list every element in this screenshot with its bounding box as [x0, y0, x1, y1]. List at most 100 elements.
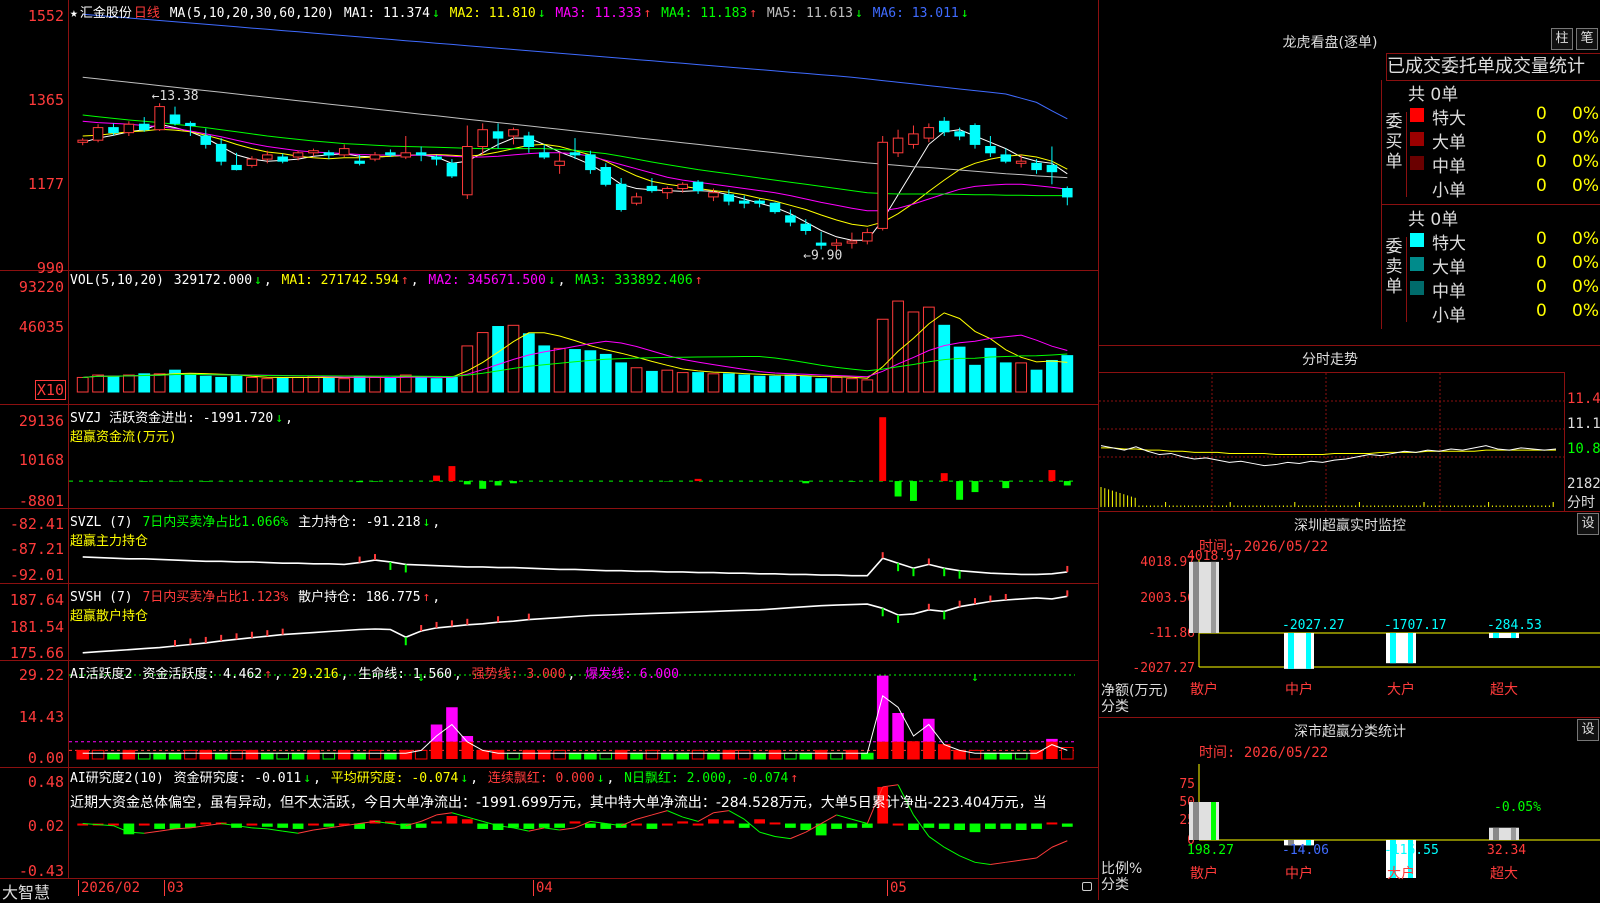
x-tick: 05 [887, 880, 907, 896]
volume-bar [862, 380, 873, 392]
svzl-header: SVZL (7) 7日内买卖净占比1.066% 主力持仓: -91.218↓, … [70, 511, 442, 549]
research-line-seg [160, 829, 175, 831]
ai-research-panel[interactable]: 0.48 0.02 -0.43 AI研究度2(10) 资金研究度: -0.011… [0, 768, 1098, 879]
candle-body [909, 134, 919, 145]
order-p: 0% [1572, 277, 1599, 297]
period-label[interactable]: 日线 [134, 6, 160, 21]
category-bar-shade [1211, 802, 1216, 840]
order-size-swatch [1410, 132, 1424, 146]
svzj-panel[interactable]: 29136 10168 -8801 SVZJ 活跃资金进出: -1991.720… [0, 405, 1098, 509]
longhu-title: 龙虎看盘(逐单) [1079, 32, 1581, 52]
order-v: 0 [1536, 152, 1547, 172]
activity-bar [338, 750, 350, 759]
svsh-y-axis: 187.64 181.54 175.66 [0, 584, 69, 660]
candle-body [755, 201, 765, 203]
research-line-seg [1006, 860, 1021, 862]
kline-header: ★汇金股份日线 MA(5,10,20,30,60,120) MA1: 11.37… [70, 2, 973, 21]
brand-logo: 大智慧 [2, 879, 66, 903]
ai-activity-panel[interactable]: 29.22 14.43 0.00 AI活跃度2 资金活跃度: 4.462↑, 2… [0, 661, 1098, 768]
category-bar-shade [1493, 633, 1499, 638]
intra-ytick: 11.43 [1567, 391, 1600, 407]
ma-legend-arrow: ↓ [961, 6, 969, 21]
buy-block: 委买单 共 0单 特大00%大单00%中单00%小单00% [1381, 80, 1600, 205]
bar-mode-button[interactable]: 柱 [1551, 28, 1573, 50]
svsh-arrow: ↑ [423, 590, 431, 605]
candle-body [278, 157, 288, 161]
activity-bar [892, 742, 904, 759]
svzj-arrow: ↓ [275, 411, 283, 426]
activity-bar [538, 750, 550, 759]
vol-value: 329172.000 [174, 273, 252, 288]
research-line-seg [960, 856, 975, 862]
kline-ytick: 1552 [28, 7, 64, 25]
candle-body [201, 136, 211, 144]
volume-panel[interactable]: 93220 46035 X10 VOL(5,10,20) 329172.000↓… [0, 271, 1098, 405]
volume-plot[interactable] [69, 271, 1098, 404]
cat-ytick: -11.86 [1148, 626, 1195, 641]
volume-bar [231, 376, 242, 392]
volume-bar [985, 348, 996, 392]
ma-legend-item: MA2: 11.810 [450, 6, 536, 21]
fund-flow-bar [495, 481, 502, 485]
svzl-panel[interactable]: -82.41 -87.21 -92.01 SVZL (7) 7日内买卖净占比1.… [0, 509, 1098, 584]
activity-bar [723, 750, 735, 759]
candlestick-chart[interactable]: ←13.38←9.90 [69, 0, 1098, 270]
intraday-chart[interactable] [1099, 373, 1564, 511]
sell-label: 委卖单 [1382, 237, 1407, 322]
order-size-swatch [1410, 305, 1424, 319]
svsh-panel[interactable]: 187.64 181.54 175.66 SVSH (7) 7日内买卖净占比1.… [0, 584, 1098, 661]
volume-bar [323, 377, 334, 392]
x-tick: 2026/02 [78, 880, 140, 896]
volume-bar [1016, 363, 1027, 392]
classify-chart: 7550250198.27散户-14.06中户-116.55大户32.34超大-… [1099, 718, 1600, 900]
candle-body [801, 224, 811, 230]
research-line-seg [944, 847, 959, 856]
category-bar-shade [1306, 633, 1311, 669]
svzl-ytick: -92.01 [10, 566, 64, 584]
high-price-label: ←13.38 [152, 89, 199, 104]
volume-bar [354, 376, 365, 392]
ma-line-6 [83, 14, 1068, 119]
svzj-ytick: -8801 [19, 492, 64, 510]
ai2-ytick: -0.43 [19, 862, 64, 880]
favorite-star-icon[interactable]: ★ [70, 6, 78, 21]
candle-body [401, 153, 411, 157]
category-label: 大户 [1387, 681, 1415, 698]
activity-bar-burst [877, 676, 889, 742]
lock-icon[interactable] [1082, 882, 1092, 891]
kline-panel[interactable]: 1552 1365 1177 990 ★汇金股份日线 MA(5,10,20,30… [0, 0, 1098, 271]
activity-bar [938, 745, 950, 759]
volume-bar [631, 368, 642, 392]
intraday-chart-frame[interactable] [1099, 372, 1565, 511]
research-line-seg [267, 829, 282, 831]
order-name: 大单 [1432, 128, 1466, 153]
activity-bar [862, 753, 874, 759]
candle-body [786, 216, 796, 222]
intraday-box[interactable]: 分时走势 11.43 11.15 10.87 21821 分时 [1099, 346, 1600, 512]
kline-plot[interactable]: ←13.38←9.90 [69, 0, 1098, 270]
volume-chart[interactable] [69, 271, 1098, 404]
candle-body [139, 124, 149, 129]
order-v: 0 [1536, 277, 1547, 297]
candle-body [447, 163, 457, 176]
activity-bar [169, 753, 181, 759]
order-size-swatch [1410, 180, 1424, 194]
ai1-header: AI活跃度2 资金活跃度: 4.462↑, 29.216, 生命线: 1.560… [70, 663, 681, 682]
activity-bar [323, 753, 335, 759]
ai1-strong: 强势线: 3.000 [472, 667, 566, 682]
activity-bar [262, 753, 274, 759]
fund-flow-bar [972, 481, 979, 492]
volume-bar [216, 377, 227, 392]
volume-bar [616, 363, 627, 392]
research-line-seg [283, 831, 298, 833]
tick-mode-button[interactable]: 笔 [1576, 28, 1598, 50]
candle-body [555, 161, 565, 165]
ma-legend: MA1: 11.374↓ MA2: 11.810↓ MA3: 11.333↑ M… [344, 6, 971, 21]
kline-y-axis: 1552 1365 1177 990 [0, 0, 69, 270]
volume-bar [908, 312, 919, 392]
candle-body [124, 124, 134, 132]
activity-bar [846, 750, 858, 759]
volume-bar [954, 347, 965, 392]
svzj-title: SVZJ 活跃资金进出: -1991.720 [70, 411, 273, 426]
ma-legend-item: MA4: 11.183 [661, 6, 747, 21]
